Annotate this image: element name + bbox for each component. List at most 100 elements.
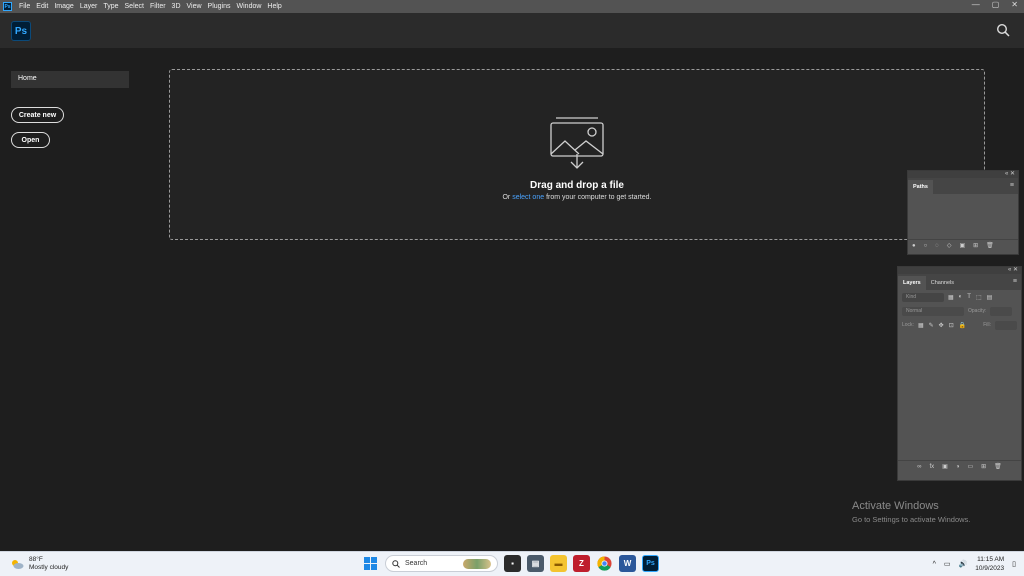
- menu-window[interactable]: Window: [234, 3, 265, 10]
- menu-help[interactable]: Help: [264, 3, 284, 10]
- nav-home[interactable]: Home: [11, 71, 129, 88]
- fill-input[interactable]: [995, 320, 1017, 330]
- type-filter-icon[interactable]: T: [967, 294, 971, 301]
- pixel-filter-icon[interactable]: ▦: [948, 294, 954, 301]
- menu-type[interactable]: Type: [100, 3, 121, 10]
- file-drop-zone[interactable]: Drag and drop a file Or select one from …: [169, 69, 985, 240]
- menu-layer[interactable]: Layer: [77, 3, 101, 10]
- panel-controls[interactable]: « ✕: [1005, 170, 1015, 177]
- menu-edit[interactable]: Edit: [33, 3, 51, 10]
- network-icon[interactable]: ▭: [944, 560, 951, 568]
- tab-layers[interactable]: Layers: [898, 276, 926, 290]
- panel-titlebar[interactable]: « ✕: [908, 171, 1018, 178]
- menu-3d[interactable]: 3D: [169, 3, 184, 10]
- new-group-icon[interactable]: ▭: [967, 463, 973, 470]
- system-tray: ^ ▭ 🔊 11:15 AM 10/9/2023 ▯: [933, 555, 1016, 573]
- new-path-icon[interactable]: ⊞: [973, 242, 978, 249]
- panel-menu-icon[interactable]: ≡: [1010, 182, 1014, 189]
- kind-filter-select[interactable]: Kind: [902, 292, 944, 302]
- opacity-label: Opacity:: [968, 308, 987, 314]
- clock-date: 10/9/2023: [975, 565, 1005, 572]
- menu-image[interactable]: Image: [51, 3, 76, 10]
- blend-row: Normal Opacity:: [898, 304, 1021, 318]
- layer-style-icon[interactable]: fx: [929, 464, 934, 470]
- lock-artboard-icon[interactable]: ⊡: [949, 322, 954, 329]
- paths-toolbar: ● ○ ◌ ◇ ▣ ⊞ 🗑: [908, 239, 1018, 251]
- shape-filter-icon[interactable]: ⬚: [976, 294, 982, 301]
- lock-transparent-icon[interactable]: ▦: [918, 322, 924, 329]
- smart-object-filter-icon[interactable]: ▤: [987, 294, 993, 301]
- new-layer-icon[interactable]: ⊞: [981, 463, 986, 470]
- delete-path-icon[interactable]: 🗑: [986, 242, 994, 249]
- calculator-icon[interactable]: ▤: [527, 555, 544, 572]
- chevron-up-icon[interactable]: ^: [933, 561, 936, 568]
- menu-view[interactable]: View: [184, 3, 205, 10]
- start-button[interactable]: [362, 555, 379, 572]
- taskbar: 88°F Mostly cloudy Search ▪ ▤ ▬ Z W Ps ^…: [0, 551, 1024, 576]
- image-upload-icon: [550, 117, 604, 169]
- close-button[interactable]: ✕: [1011, 0, 1018, 9]
- open-button[interactable]: Open: [11, 132, 50, 148]
- chrome-icon[interactable]: [596, 555, 613, 572]
- weather-widget[interactable]: 88°F Mostly cloudy: [10, 556, 68, 572]
- fill-path-icon[interactable]: ●: [912, 243, 916, 249]
- menu-plugins[interactable]: Plugins: [205, 3, 234, 10]
- stroke-path-icon[interactable]: ○: [924, 243, 928, 249]
- search-icon: [392, 559, 400, 568]
- watermark-title: Activate Windows: [852, 500, 939, 512]
- clock[interactable]: 11:15 AM 10/9/2023: [975, 555, 1004, 573]
- lock-position-icon[interactable]: ✥: [939, 322, 944, 329]
- adjustment-layer-icon[interactable]: ◑: [956, 464, 960, 470]
- weather-temp: 88°F: [29, 556, 43, 563]
- opacity-input[interactable]: [990, 306, 1013, 316]
- activate-windows-watermark: Activate Windows Go to Settings to activ…: [852, 500, 970, 524]
- search-placeholder: Search: [405, 560, 428, 567]
- taskbar-apps: Search ▪ ▤ ▬ Z W Ps: [362, 555, 659, 572]
- drop-title: Drag and drop a file: [530, 180, 624, 191]
- link-layers-icon[interactable]: ∞: [917, 464, 921, 470]
- fill-label: Fill:: [983, 322, 991, 328]
- select-one-link[interactable]: select one: [512, 194, 544, 201]
- lock-all-icon[interactable]: 🔒: [959, 322, 966, 329]
- taskbar-search[interactable]: Search: [385, 555, 498, 572]
- app-header: Ps: [0, 13, 1024, 48]
- create-new-button[interactable]: Create new: [11, 107, 64, 123]
- cloud-sun-icon: [12, 560, 24, 569]
- word-icon[interactable]: W: [619, 555, 636, 572]
- search-icon[interactable]: [996, 23, 1010, 37]
- blend-mode-select[interactable]: Normal: [902, 306, 964, 316]
- adjustment-filter-icon[interactable]: ◐: [959, 294, 963, 301]
- photoshop-logo[interactable]: Ps: [11, 21, 31, 41]
- notification-icon[interactable]: ▯: [1012, 560, 1016, 568]
- volume-icon[interactable]: 🔊: [959, 560, 968, 568]
- photoshop-taskbar-icon[interactable]: Ps: [642, 555, 659, 572]
- tab-paths[interactable]: Paths: [908, 180, 933, 194]
- weather-desc: Mostly cloudy: [29, 564, 69, 571]
- file-explorer-icon[interactable]: ▬: [550, 555, 567, 572]
- filezilla-icon[interactable]: Z: [573, 555, 590, 572]
- clock-time: 11:15 AM: [977, 556, 1005, 563]
- add-mask-icon[interactable]: ▣: [942, 463, 948, 470]
- menu-file[interactable]: File: [16, 3, 33, 10]
- panel-controls[interactable]: « ✕: [1008, 266, 1018, 273]
- panel-titlebar[interactable]: « ✕: [898, 267, 1021, 274]
- lock-row: Lock: ▦ ✎ ✥ ⊡ 🔒 Fill:: [898, 318, 1021, 332]
- menu-select[interactable]: Select: [122, 3, 147, 10]
- lock-image-icon[interactable]: ✎: [929, 322, 934, 329]
- load-selection-icon[interactable]: ◌: [935, 243, 939, 249]
- paths-list: [908, 194, 1018, 239]
- delete-layer-icon[interactable]: 🗑: [994, 463, 1002, 470]
- panel-menu-icon[interactable]: ≡: [1013, 278, 1017, 285]
- drop-subtitle: Or select one from your computer to get …: [170, 194, 984, 201]
- lock-label: Lock:: [902, 322, 914, 328]
- menu-filter[interactable]: Filter: [147, 3, 169, 10]
- minimize-button[interactable]: —: [972, 0, 980, 9]
- task-view-icon[interactable]: ▪: [504, 555, 521, 572]
- tab-channels[interactable]: Channels: [926, 276, 959, 290]
- layers-list: [898, 332, 1021, 460]
- drop-sub-suffix: from your computer to get started.: [544, 194, 652, 201]
- add-mask-icon[interactable]: ▣: [959, 242, 965, 249]
- search-highlight-icon: [463, 558, 491, 569]
- make-work-path-icon[interactable]: ◇: [947, 242, 952, 249]
- maximize-button[interactable]: ▢: [992, 0, 1000, 9]
